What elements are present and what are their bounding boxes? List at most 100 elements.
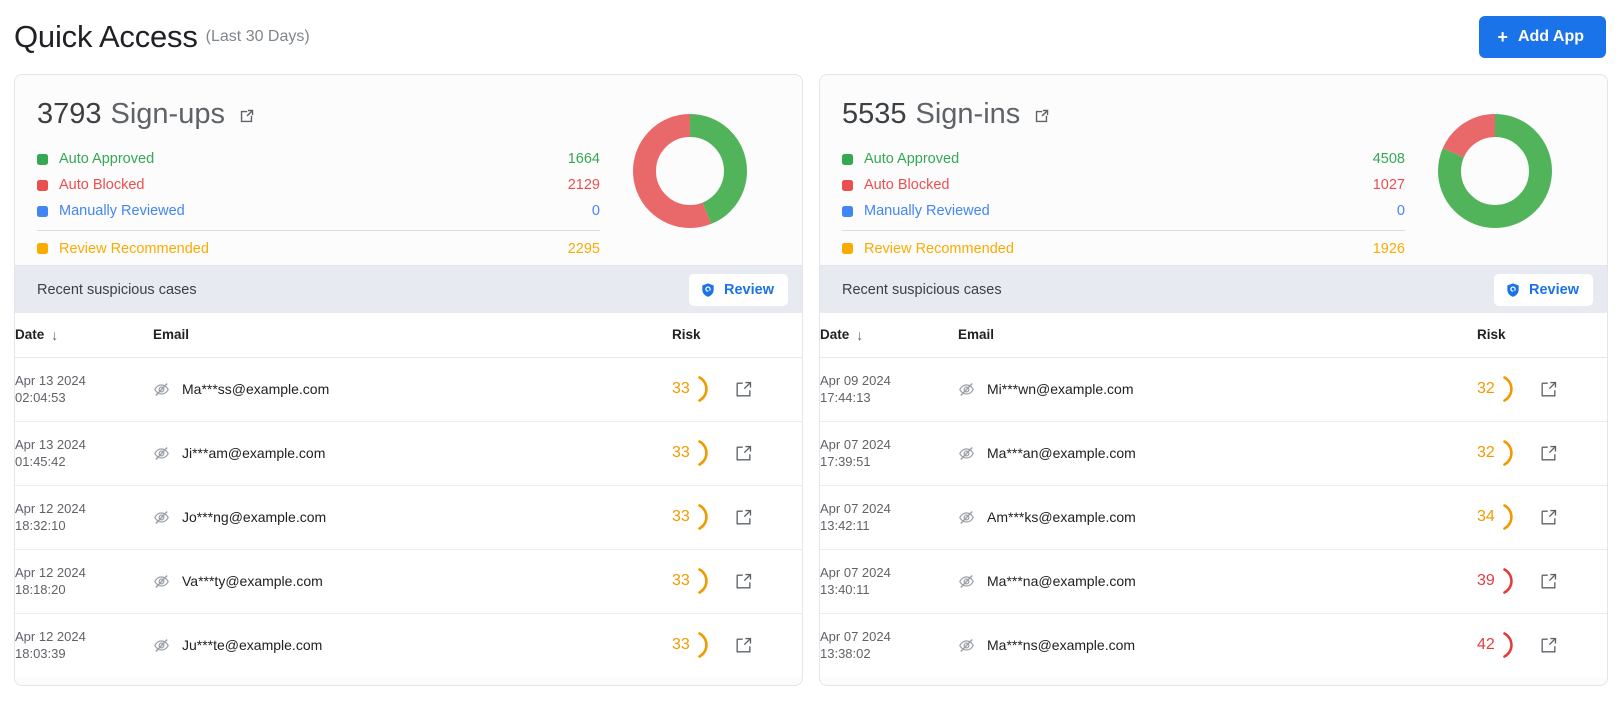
row-email: Ju***te@example.com	[182, 637, 323, 654]
signins-cases-bar: Recent suspicious cases Review	[820, 265, 1607, 313]
row-external-link-icon[interactable]	[1539, 572, 1558, 591]
page-title: Quick Access	[14, 19, 198, 54]
cases-title: Recent suspicious cases	[842, 281, 1002, 298]
legend-item-manually-reviewed: Manually Reviewed 0	[842, 198, 1405, 224]
table-row[interactable]: Apr 13 2024 01:45:42 Ji***am@example.com…	[15, 421, 802, 486]
column-header-date-label: Date	[15, 326, 45, 342]
row-external-link-icon[interactable]	[1539, 444, 1558, 463]
table-row[interactable]: Apr 12 2024 18:32:10 Jo***ng@example.com…	[15, 485, 802, 550]
row-external-link-icon[interactable]	[1539, 508, 1558, 527]
legend-item-auto-blocked: Auto Blocked 1027	[842, 172, 1405, 198]
eye-off-icon[interactable]	[153, 573, 170, 590]
eye-off-icon[interactable]	[958, 381, 975, 398]
column-header-email[interactable]: Email	[153, 313, 672, 358]
eye-off-icon[interactable]	[958, 573, 975, 590]
review-label: Review	[1529, 281, 1579, 298]
row-external-link-icon[interactable]	[734, 572, 753, 591]
cell-risk: 32	[1477, 421, 1607, 486]
cell-email: Mi***wn@example.com	[958, 357, 1477, 422]
legend-item-auto-blocked: Auto Blocked 2129	[37, 172, 600, 198]
risk-arc-icon	[698, 568, 708, 594]
signups-card: 3793 Sign-ups Auto Approved 1664 Auto Bl…	[14, 74, 803, 686]
signins-summary: 5535 Sign-ins Auto Approved 4508 Auto Bl…	[820, 75, 1607, 265]
risk-arc-icon	[698, 440, 708, 466]
row-external-link-icon[interactable]	[1539, 380, 1558, 399]
external-link-icon[interactable]	[238, 108, 255, 125]
row-external-link-icon[interactable]	[734, 380, 753, 399]
review-button[interactable]: Review	[689, 273, 788, 306]
signups-donut-chart	[600, 97, 780, 233]
cell-date: Apr 07 2024 13:38:02	[820, 613, 958, 677]
legend-label: Auto Approved	[864, 151, 960, 167]
cards-row: 3793 Sign-ups Auto Approved 1664 Auto Bl…	[0, 74, 1622, 686]
column-header-risk[interactable]: Risk	[1477, 313, 1607, 358]
eye-off-icon[interactable]	[153, 381, 170, 398]
row-email: Mi***wn@example.com	[987, 381, 1134, 397]
table-row[interactable]: Apr 09 2024 17:44:13 Mi***wn@example.com…	[820, 357, 1607, 422]
signups-metric-heading: 3793 Sign-ups	[37, 97, 600, 131]
eye-off-icon[interactable]	[153, 637, 170, 654]
donut-svg	[633, 114, 747, 228]
table-row[interactable]: Apr 07 2024 13:42:11 Am***ks@example.com…	[820, 485, 1607, 550]
cell-email: Ma***an@example.com	[958, 421, 1477, 486]
external-link-icon[interactable]	[1033, 108, 1050, 125]
table-row[interactable]: Apr 12 2024 18:18:20 Va***ty@example.com…	[15, 549, 802, 614]
column-header-date[interactable]: Date ↓	[15, 313, 153, 358]
cell-email: Ma***ns@example.com	[958, 613, 1477, 677]
table-row[interactable]: Apr 07 2024 13:40:11 Ma***na@example.com…	[820, 549, 1607, 614]
cell-date: Apr 12 2024 18:32:10	[15, 485, 153, 550]
table-header-row: Date ↓ Email Risk	[15, 313, 802, 358]
row-time: 01:45:42	[15, 454, 66, 469]
legend-label: Review Recommended	[59, 240, 209, 257]
cell-email: Am***ks@example.com	[958, 485, 1477, 550]
row-date: Apr 07 2024	[820, 629, 891, 645]
add-app-label: Add App	[1517, 28, 1584, 45]
eye-off-icon[interactable]	[153, 509, 170, 526]
legend-item-auto-approved: Auto Approved 4508	[842, 146, 1405, 172]
signups-metric-label: Sign-ups	[110, 98, 225, 130]
row-email: Va***ty@example.com	[182, 573, 323, 589]
cell-risk: 33	[672, 421, 802, 486]
column-header-date[interactable]: Date ↓	[820, 313, 958, 358]
table-row[interactable]: Apr 12 2024 18:03:39 Ju***te@example.com…	[15, 613, 802, 677]
table-row[interactable]: Apr 07 2024 17:39:51 Ma***an@example.com…	[820, 421, 1607, 486]
risk-arc-icon	[698, 632, 708, 659]
row-external-link-icon[interactable]	[734, 636, 753, 655]
eye-off-icon[interactable]	[958, 637, 975, 654]
cell-date: Apr 12 2024 18:18:20	[15, 549, 153, 614]
table-body: Apr 09 2024 17:44:13 Mi***wn@example.com…	[820, 357, 1607, 677]
row-email: Jo***ng@example.com	[182, 509, 327, 525]
cases-title: Recent suspicious cases	[37, 281, 197, 298]
risk-gauge: 42	[1477, 630, 1517, 660]
eye-off-icon[interactable]	[153, 445, 170, 462]
column-header-risk[interactable]: Risk	[672, 313, 802, 358]
eye-off-icon[interactable]	[958, 445, 975, 462]
row-date: Apr 12 2024	[15, 501, 86, 516]
row-external-link-icon[interactable]	[734, 508, 753, 527]
add-app-button[interactable]: + Add App	[1479, 16, 1606, 58]
cell-email: Ju***te@example.com	[153, 613, 672, 677]
table-row[interactable]: Apr 07 2024 13:38:02 Ma***ns@example.com…	[820, 613, 1607, 677]
row-date: Apr 07 2024	[820, 501, 891, 516]
row-external-link-icon[interactable]	[1539, 636, 1558, 655]
risk-arc-icon	[1503, 568, 1513, 594]
column-header-email[interactable]: Email	[958, 313, 1477, 358]
review-button[interactable]: Review	[1494, 273, 1593, 306]
table-row[interactable]: Apr 13 2024 02:04:53 Ma***ss@example.com…	[15, 357, 802, 422]
risk-gauge: 34	[1477, 502, 1517, 532]
signups-cases-table: Date ↓ Email Risk Apr 13 2024 02:04:53 M…	[15, 313, 802, 677]
row-date: Apr 12 2024	[15, 629, 86, 645]
cell-risk: 33	[672, 549, 802, 614]
cell-date: Apr 13 2024 02:04:53	[15, 357, 153, 422]
cell-risk: 42	[1477, 613, 1607, 677]
sort-descending-icon[interactable]: ↓	[51, 327, 58, 343]
row-external-link-icon[interactable]	[734, 444, 753, 463]
eye-off-icon[interactable]	[958, 509, 975, 526]
row-time: 18:32:10	[15, 518, 66, 533]
sort-descending-icon[interactable]: ↓	[856, 327, 863, 343]
legend-item-manually-reviewed: Manually Reviewed 0	[37, 198, 600, 224]
risk-gauge: 33	[672, 630, 712, 660]
legend-value: 1926	[1372, 240, 1405, 257]
risk-arc-icon	[1503, 632, 1513, 659]
legend-value: 1664	[567, 151, 600, 167]
